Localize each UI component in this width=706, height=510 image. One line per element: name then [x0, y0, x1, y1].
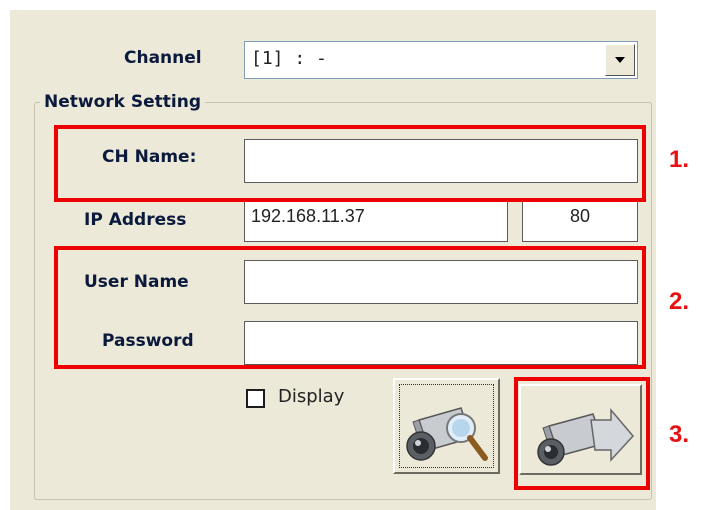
ip-address-label: IP Address: [84, 210, 187, 230]
channel-select-value: [1] : -: [251, 48, 327, 69]
callout-box-3: [514, 377, 650, 490]
port-input[interactable]: 80: [522, 198, 638, 242]
display-label: Display: [278, 386, 345, 407]
channel-dropdown-button[interactable]: [605, 44, 635, 76]
network-setting-title: Network Setting: [40, 92, 206, 112]
display-checkbox[interactable]: [246, 389, 265, 408]
chevron-down-icon: [615, 57, 625, 63]
callout-box-2: [54, 246, 646, 369]
callout-box-1: [54, 125, 646, 202]
callout-number-3: 3.: [669, 421, 690, 448]
camera-search-icon: [406, 407, 488, 461]
channel-select[interactable]: [1] : -: [244, 41, 638, 79]
callout-number-2: 2.: [669, 288, 690, 315]
callout-number-1: 1.: [669, 146, 690, 173]
search-camera-button[interactable]: [393, 378, 500, 474]
ip-address-input[interactable]: 192.168.11.37: [244, 198, 508, 242]
channel-label: Channel: [124, 48, 202, 68]
